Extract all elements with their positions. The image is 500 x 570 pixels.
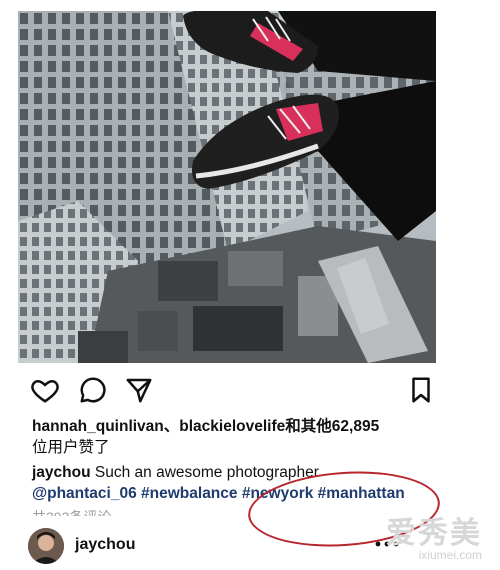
comment-icon[interactable] <box>78 375 108 405</box>
avatar-image <box>28 528 64 564</box>
comment-author-row: jaychou <box>28 528 448 564</box>
rooftop-photo-illustration <box>18 11 436 363</box>
liker-username[interactable]: blackielovelife <box>179 418 285 435</box>
mention-link[interactable]: @phantaci_06 <box>32 485 137 502</box>
likes-others-label: 和其他 <box>285 418 332 435</box>
likes-separator: 、 <box>163 418 180 435</box>
author-username[interactable]: jaychou <box>75 536 135 554</box>
send-icon[interactable] <box>124 375 154 405</box>
post-action-bar <box>30 375 436 407</box>
post-photo[interactable] <box>18 11 436 363</box>
caption-author[interactable]: jaychou <box>32 464 91 481</box>
heart-icon[interactable] <box>30 375 60 405</box>
hashtag-link[interactable]: #manhattan <box>318 485 405 502</box>
post-caption: jaychou Such an awesome photographer @ph… <box>32 462 452 504</box>
likes-suffix: 位用户赞了 <box>32 439 110 456</box>
hashtag-link[interactable]: #newyork <box>242 485 314 502</box>
likes-summary: hannah_quinlivan、blackielovelife和其他62,89… <box>32 416 452 458</box>
more-horizontal-icon[interactable] <box>372 534 402 554</box>
likes-count[interactable]: 62,895 <box>332 418 379 435</box>
view-comments-link[interactable]: 共393条评论 <box>32 506 111 516</box>
liker-username[interactable]: hannah_quinlivan <box>32 418 164 435</box>
bookmark-icon[interactable] <box>406 375 436 405</box>
avatar[interactable] <box>28 528 64 564</box>
caption-text: Such an awesome photographer <box>94 464 319 481</box>
hashtag-link[interactable]: #newbalance <box>141 485 238 502</box>
